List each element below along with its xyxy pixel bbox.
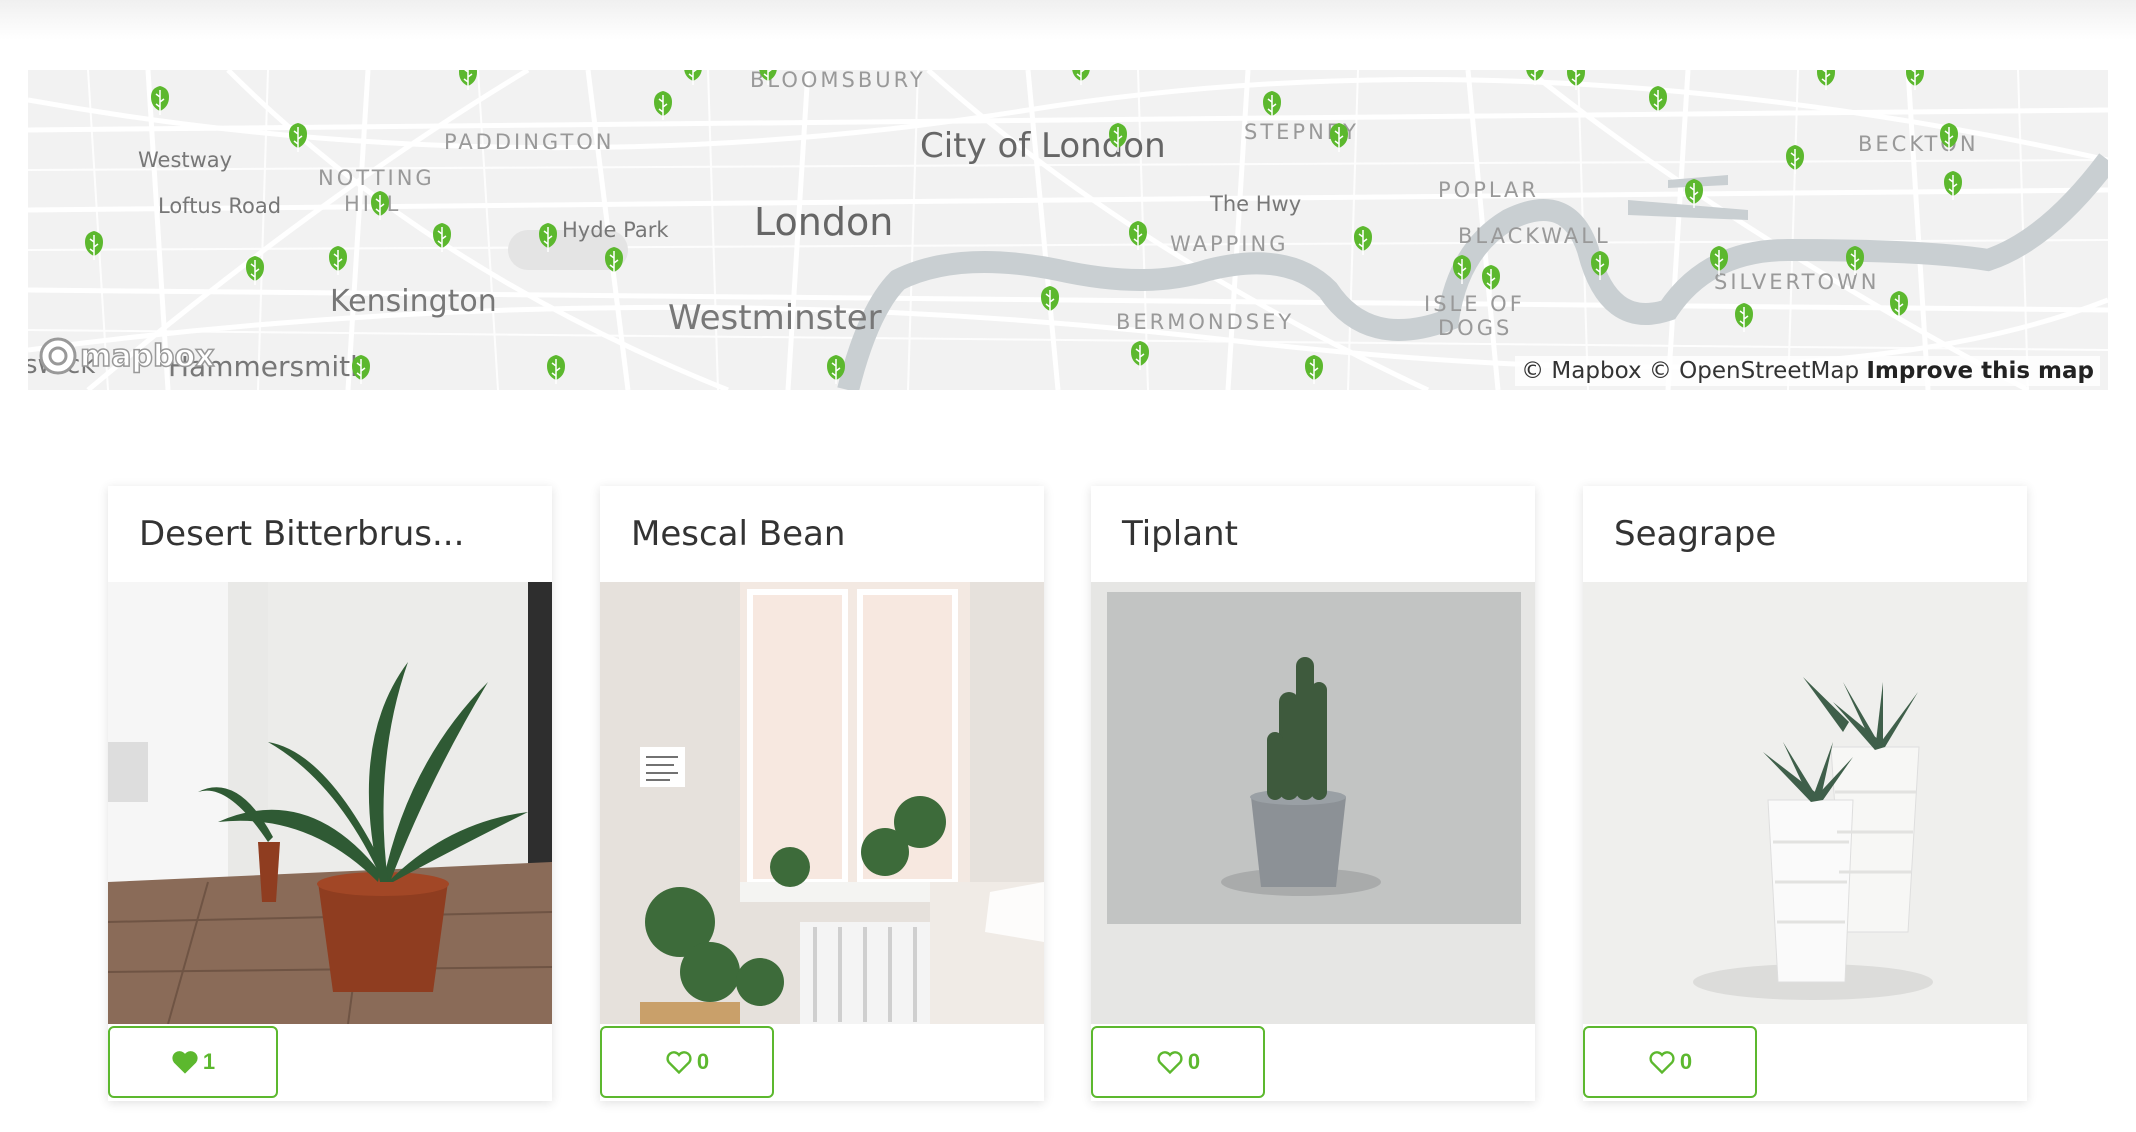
like-button[interactable]: 0 xyxy=(600,1026,774,1098)
leaf-pin-icon[interactable] xyxy=(683,70,703,89)
like-button[interactable]: 1 xyxy=(108,1026,278,1098)
leaf-pin-icon[interactable] xyxy=(826,354,846,388)
leaf-pin-icon[interactable] xyxy=(1905,70,1925,94)
heart-filled-icon xyxy=(172,1051,198,1074)
attribution-osm-link[interactable]: © OpenStreetMap xyxy=(1649,358,1859,384)
map-label-isle-of: ISLE OF xyxy=(1424,292,1525,316)
plant-photo xyxy=(1583,582,2027,1024)
leaf-pin-icon[interactable] xyxy=(604,246,624,280)
leaf-pin-icon[interactable] xyxy=(1481,264,1501,298)
improve-map-link[interactable]: Improve this map xyxy=(1866,358,2094,384)
leaf-pin-icon[interactable] xyxy=(1816,70,1836,94)
leaf-pin-icon[interactable] xyxy=(1785,144,1805,178)
plant-image[interactable] xyxy=(600,582,1044,1024)
plant-card[interactable]: Mescal Bean 0 xyxy=(600,486,1044,1101)
header-shadow xyxy=(0,0,2136,40)
leaf-pin-icon[interactable] xyxy=(546,354,566,388)
leaf-pin-icon[interactable] xyxy=(1353,225,1373,259)
mapbox-logo-text: mapbox xyxy=(79,338,215,375)
plant-photo xyxy=(600,582,1044,1024)
map-label-poplar: POPLAR xyxy=(1438,178,1539,202)
plant-image[interactable] xyxy=(108,582,552,1024)
map-label-westway: Westway xyxy=(138,148,233,172)
leaf-pin-icon[interactable] xyxy=(1262,90,1282,124)
leaf-pin-icon[interactable] xyxy=(1943,170,1963,204)
leaf-pin-icon[interactable] xyxy=(1845,245,1865,279)
map-label-london: London xyxy=(754,200,894,244)
leaf-pin-icon[interactable] xyxy=(351,354,371,388)
leaf-pin-icon[interactable] xyxy=(432,222,452,256)
plant-card-title[interactable]: Seagrape xyxy=(1614,514,1776,554)
leaf-pin-icon[interactable] xyxy=(1709,245,1729,279)
map-base xyxy=(28,70,2108,390)
like-count: 0 xyxy=(696,1049,710,1074)
attribution-mapbox-link[interactable]: © Mapbox xyxy=(1521,358,1641,384)
map[interactable]: BLOOMSBURY Westway PADDINGTON City of Lo… xyxy=(28,70,2108,390)
like-button[interactable]: 0 xyxy=(1091,1026,1265,1098)
like-count: 0 xyxy=(1187,1049,1201,1074)
map-label-wapping: WAPPING xyxy=(1170,232,1289,256)
leaf-pin-icon[interactable] xyxy=(458,70,478,94)
map-label-notting: NOTTING xyxy=(318,166,435,190)
plant-image[interactable] xyxy=(1091,582,1535,1024)
heart-outline-icon xyxy=(1649,1051,1675,1075)
leaf-pin-icon[interactable] xyxy=(1108,122,1128,156)
like-button[interactable]: 0 xyxy=(1583,1026,1757,1098)
leaf-pin-icon[interactable] xyxy=(1452,254,1472,288)
map-label-hyde-park: Hyde Park xyxy=(562,218,669,242)
like-count: 0 xyxy=(1679,1049,1693,1074)
plant-card-title[interactable]: Tiplant xyxy=(1122,514,1238,554)
plant-card[interactable]: Tiplant 0 xyxy=(1091,486,1535,1101)
leaf-pin-icon[interactable] xyxy=(1939,122,1959,156)
plant-photo xyxy=(1091,582,1535,1024)
heart-outline-icon xyxy=(666,1051,692,1075)
leaf-pin-icon[interactable] xyxy=(758,70,778,89)
leaf-pin-icon[interactable] xyxy=(1525,70,1545,89)
leaf-pin-icon[interactable] xyxy=(150,85,170,119)
map-label-city-of-london: City of London xyxy=(920,126,1166,166)
map-label-the-hwy: The Hwy xyxy=(1210,192,1302,216)
leaf-pin-icon[interactable] xyxy=(288,122,308,156)
leaf-pin-icon[interactable] xyxy=(245,255,265,289)
leaf-pin-icon[interactable] xyxy=(1590,250,1610,284)
leaf-pin-icon[interactable] xyxy=(1566,70,1586,94)
leaf-pin-icon[interactable] xyxy=(84,230,104,264)
map-label-loftus-road: Loftus Road xyxy=(158,194,282,218)
leaf-pin-icon[interactable] xyxy=(1329,122,1349,156)
leaf-pin-icon[interactable] xyxy=(538,222,558,256)
map-label-westminster: Westminster xyxy=(668,298,882,338)
mapbox-logo[interactable]: mapbox xyxy=(38,336,215,376)
leaf-pin-icon[interactable] xyxy=(1130,340,1150,374)
map-label-dogs: DOGS xyxy=(1438,316,1513,340)
leaf-pin-icon[interactable] xyxy=(1128,220,1148,254)
leaf-pin-icon[interactable] xyxy=(1734,302,1754,336)
leaf-pin-icon[interactable] xyxy=(328,245,348,279)
mapbox-logo-icon xyxy=(39,337,77,375)
map-label-bermondsey: BERMONDSEY xyxy=(1116,310,1295,334)
leaf-pin-icon[interactable] xyxy=(1071,70,1091,89)
leaf-pin-icon[interactable] xyxy=(653,90,673,124)
plant-card[interactable]: Desert Bitterbrus... 1 xyxy=(108,486,552,1101)
heart-outline-icon xyxy=(1157,1051,1183,1075)
map-label-beckton: BECKTON xyxy=(1858,132,1979,156)
plant-image[interactable] xyxy=(1583,582,2027,1024)
plant-card-title[interactable]: Mescal Bean xyxy=(631,514,845,554)
leaf-pin-icon[interactable] xyxy=(1889,290,1909,324)
map-label-paddington: PADDINGTON xyxy=(444,130,615,154)
plant-card[interactable]: Seagrape 0 xyxy=(1583,486,2027,1101)
leaf-pin-icon[interactable] xyxy=(1648,85,1668,119)
leaf-pin-icon[interactable] xyxy=(1304,354,1324,388)
leaf-pin-icon[interactable] xyxy=(1684,178,1704,212)
map-label-kensington: Kensington xyxy=(330,284,497,319)
leaf-pin-icon[interactable] xyxy=(1040,285,1060,319)
leaf-pin-icon[interactable] xyxy=(370,190,390,224)
plant-card-title[interactable]: Desert Bitterbrus... xyxy=(139,514,464,554)
map-label-blackwall: BLACKWALL xyxy=(1458,224,1611,248)
plant-photo xyxy=(108,582,552,1024)
like-count: 1 xyxy=(202,1049,216,1074)
map-attribution: © Mapbox © OpenStreetMap Improve this ma… xyxy=(1515,356,2100,386)
